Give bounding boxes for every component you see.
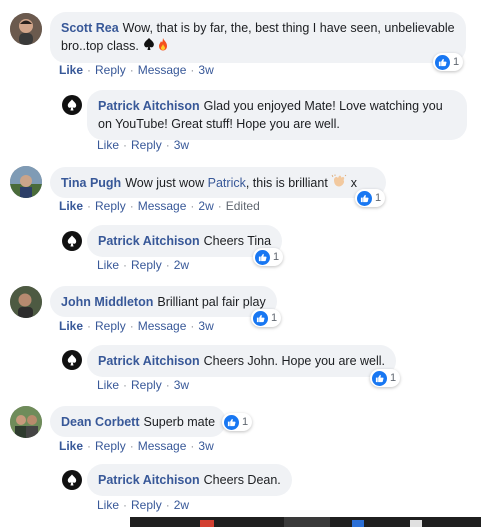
taskbar-app-icon[interactable] — [200, 520, 214, 527]
comment-actions: Like · Reply · Message · 2w · Edited — [59, 199, 260, 213]
clap-emoji-icon — [331, 174, 347, 193]
comment-text: Wow just wow — [125, 176, 205, 190]
like-button[interactable]: Like — [97, 498, 119, 512]
timestamp[interactable]: 3w — [174, 138, 189, 152]
reply-button[interactable]: Reply — [131, 138, 162, 152]
reply-actions: Like · Reply · 2w — [97, 258, 190, 272]
timestamp[interactable]: 3w — [174, 378, 189, 392]
spade-emoji-icon — [142, 37, 156, 56]
reply-bubble: Patrick Aitchison Cheers Tina — [87, 225, 283, 257]
author-name[interactable]: Tina Pugh — [61, 176, 121, 190]
like-thumb-icon — [435, 54, 450, 70]
avatar-john-middleton[interactable] — [10, 286, 42, 318]
like-button[interactable]: Like — [59, 439, 83, 453]
reply-bubble: Patrick Aitchison Cheers John. Hope you a… — [87, 345, 397, 377]
reply-text: Cheers Dean. — [203, 473, 281, 487]
like-button[interactable]: Like — [97, 258, 119, 272]
avatar-patrick-aitchison[interactable] — [62, 350, 82, 370]
like-button[interactable]: Like — [97, 378, 119, 392]
mention-link[interactable]: Patrick — [208, 176, 246, 190]
timestamp[interactable]: 2w — [174, 498, 189, 512]
like-button[interactable]: Like — [59, 319, 83, 333]
comment-actions: Like · Reply · Message · 3w — [59, 319, 214, 333]
author-name[interactable]: John Middleton — [61, 295, 153, 309]
comment-text: Brilliant pal fair play — [157, 295, 266, 309]
like-button[interactable]: Like — [59, 63, 83, 77]
reaction-count[interactable]: 1 — [370, 369, 401, 387]
message-button[interactable]: Message — [138, 439, 187, 453]
reply-text: Cheers John. Hope you are well. — [203, 354, 386, 368]
reaction-count[interactable]: 1 — [253, 248, 284, 266]
reply-text: Cheers Tina — [203, 234, 272, 248]
reaction-count[interactable]: 1 — [355, 189, 386, 207]
taskbar-app-icon[interactable] — [352, 520, 364, 527]
reply-button[interactable]: Reply — [131, 258, 162, 272]
author-name[interactable]: Dean Corbett — [61, 415, 139, 429]
like-button[interactable]: Like — [97, 138, 119, 152]
avatar-patrick-aitchison[interactable] — [62, 470, 82, 490]
comment-actions: Like · Reply · Message · 3w — [59, 63, 214, 77]
timestamp[interactable]: 3w — [198, 63, 213, 77]
timestamp[interactable]: 2w — [174, 258, 189, 272]
comment-bubble: Dean Corbett Superb mate — [50, 406, 227, 437]
author-name[interactable]: Patrick Aitchison — [98, 99, 200, 113]
author-name[interactable]: Patrick Aitchison — [98, 473, 200, 487]
like-thumb-icon — [253, 310, 268, 326]
timestamp[interactable]: 3w — [198, 439, 213, 453]
comment-text-tail: , this is brilliant — [245, 176, 328, 190]
avatar-tina-pugh[interactable] — [10, 166, 42, 198]
like-thumb-icon — [224, 414, 239, 430]
edited-label[interactable]: Edited — [226, 199, 260, 213]
message-button[interactable]: Message — [138, 63, 187, 77]
timestamp[interactable]: 3w — [198, 319, 213, 333]
reply-button[interactable]: Reply — [95, 63, 126, 77]
reply-actions: Like · Reply · 3w — [97, 378, 190, 392]
reply-bubble: Patrick Aitchison Cheers Dean. — [87, 464, 292, 496]
author-name[interactable]: Patrick Aitchison — [98, 234, 200, 248]
avatar-patrick-aitchison[interactable] — [62, 95, 82, 115]
reply-bubble: Patrick Aitchison Glad you enjoyed Mate! … — [87, 90, 467, 140]
reaction-count[interactable]: 1 — [222, 413, 253, 431]
reply-button[interactable]: Reply — [131, 378, 162, 392]
avatar-dean-corbett[interactable] — [10, 406, 42, 438]
message-button[interactable]: Message — [138, 319, 187, 333]
taskbar-strip — [0, 517, 481, 527]
taskbar-app-icon[interactable] — [284, 517, 330, 527]
reply-actions: Like · Reply · 2w — [97, 498, 190, 512]
message-button[interactable]: Message — [138, 199, 187, 213]
like-thumb-icon — [372, 370, 387, 386]
avatar-patrick-aitchison[interactable] — [62, 231, 82, 251]
reply-button[interactable]: Reply — [95, 439, 126, 453]
comment-bubble: Tina Pugh Wow just wow Patrick, this is b… — [50, 167, 386, 198]
like-thumb-icon — [357, 190, 372, 206]
comment-text-end: x — [350, 176, 358, 190]
reply-actions: Like · Reply · 3w — [97, 138, 190, 152]
like-button[interactable]: Like — [59, 199, 83, 213]
comment-bubble: John Middleton Brilliant pal fair play — [50, 286, 277, 317]
reply-button[interactable]: Reply — [95, 319, 126, 333]
reply-button[interactable]: Reply — [95, 199, 126, 213]
avatar-scott-rea[interactable] — [10, 13, 42, 45]
like-thumb-icon — [255, 249, 270, 265]
reaction-count[interactable]: 1 — [433, 53, 464, 71]
comment-actions: Like · Reply · Message · 3w — [59, 439, 214, 453]
timestamp[interactable]: 2w — [198, 199, 213, 213]
comment-bubble: Scott Rea Wow, that is by far, the, best … — [50, 12, 466, 64]
fire-emoji-icon — [156, 37, 170, 56]
reply-button[interactable]: Reply — [131, 498, 162, 512]
reaction-count[interactable]: 1 — [251, 309, 282, 327]
taskbar-app-icon[interactable] — [410, 520, 422, 527]
comment-text: Superb mate — [143, 415, 216, 429]
author-name[interactable]: Patrick Aitchison — [98, 354, 200, 368]
author-name[interactable]: Scott Rea — [61, 21, 119, 35]
comment-text: Wow, that is by far, the, best thing I h… — [61, 21, 455, 53]
